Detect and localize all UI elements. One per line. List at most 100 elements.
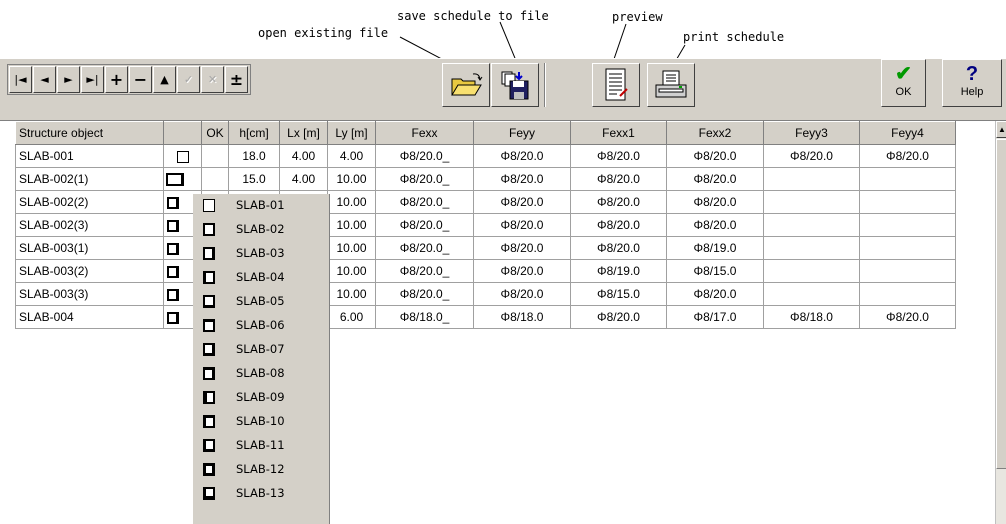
dropdown-item[interactable]: SLAB-08	[193, 362, 330, 386]
cell-structure-object[interactable]: SLAB-002(3)	[15, 213, 164, 237]
refresh-data-button[interactable]: ±	[225, 66, 248, 93]
dropdown-item[interactable]: SLAB-11	[193, 434, 330, 458]
column-header-feyy[interactable]: Feyy	[473, 121, 571, 145]
cell-fexx1[interactable]: Φ8/20.0	[570, 167, 667, 191]
slab-type-dropdown-list[interactable]: SLAB-01 SLAB-02 SLAB-03 SLAB-04 SLAB-05 …	[193, 194, 330, 524]
cell-fexx[interactable]: Φ8/20.0_	[375, 167, 474, 191]
column-header-shape[interactable]	[163, 121, 202, 145]
cell-structure-object[interactable]: SLAB-002(1)	[15, 167, 164, 191]
cell-fexx[interactable]: Φ8/20.0_	[375, 236, 474, 260]
cell-structure-object[interactable]: SLAB-003(2)	[15, 259, 164, 283]
column-header-lx[interactable]: Lx [m]	[279, 121, 328, 145]
cell-fexx2[interactable]: Φ8/19.0	[666, 236, 764, 260]
table-row[interactable]: SLAB-002(2) 0 10.00 Φ8/20.0_ Φ8/20.0 Φ8/…	[15, 190, 956, 214]
insert-record-button[interactable]: +	[105, 66, 128, 93]
column-header-h[interactable]: h[cm]	[228, 121, 280, 145]
cell-feyy4[interactable]	[859, 259, 956, 283]
open-file-button[interactable]	[442, 63, 490, 107]
save-file-button[interactable]	[491, 63, 539, 107]
cell-h[interactable]: 18.0	[228, 144, 280, 168]
cell-fexx[interactable]: Φ8/20.0_	[375, 259, 474, 283]
cell-fexx1[interactable]: Φ8/20.0	[570, 144, 667, 168]
cell-ly[interactable]: 4.00	[327, 144, 376, 168]
cell-fexx1[interactable]: Φ8/15.0	[570, 282, 667, 306]
cell-feyy3[interactable]	[763, 190, 860, 214]
cell-structure-object[interactable]: SLAB-004	[15, 305, 164, 329]
cell-feyy4[interactable]	[859, 236, 956, 260]
cell-feyy[interactable]: Φ8/20.0	[473, 190, 571, 214]
dropdown-item[interactable]: SLAB-05	[193, 290, 330, 314]
column-header-structure-object[interactable]: Structure object	[15, 121, 164, 145]
cell-feyy3[interactable]	[763, 213, 860, 237]
cell-fexx[interactable]: Φ8/18.0_	[375, 305, 474, 329]
cell-fexx1[interactable]: Φ8/20.0	[570, 190, 667, 214]
cell-fexx2[interactable]: Φ8/20.0	[666, 190, 764, 214]
cell-feyy3[interactable]	[763, 167, 860, 191]
cell-feyy[interactable]: Φ8/20.0	[473, 167, 571, 191]
dropdown-item[interactable]: SLAB-02	[193, 218, 330, 242]
cell-feyy[interactable]: Φ8/20.0	[473, 282, 571, 306]
cell-feyy3[interactable]	[763, 282, 860, 306]
dropdown-item[interactable]: SLAB-07	[193, 338, 330, 362]
table-row[interactable]: SLAB-002(1) 15.0 4.00 10.00 Φ8/20.0_ Φ8/…	[15, 167, 956, 191]
table-row[interactable]: SLAB-003(1) 0 10.00 Φ8/20.0_ Φ8/20.0 Φ8/…	[15, 236, 956, 260]
print-button[interactable]	[647, 63, 695, 107]
column-header-fexx2[interactable]: Fexx2	[666, 121, 764, 145]
cell-feyy4[interactable]	[859, 167, 956, 191]
scrollbar-thumb[interactable]	[996, 139, 1006, 469]
dropdown-item[interactable]: SLAB-10	[193, 410, 330, 434]
column-header-fexx[interactable]: Fexx	[375, 121, 474, 145]
cell-feyy4[interactable]	[859, 213, 956, 237]
column-header-feyy3[interactable]: Feyy3	[763, 121, 860, 145]
delete-record-button[interactable]: −	[129, 66, 152, 93]
dropdown-item[interactable]: SLAB-01	[193, 194, 330, 218]
cell-shape[interactable]	[163, 144, 202, 168]
cell-fexx1[interactable]: Φ8/20.0	[570, 236, 667, 260]
cell-h[interactable]: 15.0	[228, 167, 280, 191]
dropdown-item[interactable]: SLAB-13	[193, 482, 330, 506]
post-edit-button[interactable]: ✓	[177, 66, 200, 93]
cell-feyy3[interactable]: Φ8/18.0	[763, 305, 860, 329]
edit-record-button[interactable]: ▲	[153, 66, 176, 93]
cell-fexx2[interactable]: Φ8/17.0	[666, 305, 764, 329]
dropdown-item[interactable]: SLAB-12	[193, 458, 330, 482]
cell-fexx[interactable]: Φ8/20.0_	[375, 144, 474, 168]
column-header-ly[interactable]: Ly [m]	[327, 121, 376, 145]
cell-feyy4[interactable]	[859, 282, 956, 306]
dropdown-item[interactable]: SLAB-03	[193, 242, 330, 266]
cell-ly[interactable]: 10.00	[327, 259, 376, 283]
preview-button[interactable]	[592, 63, 640, 107]
cell-ly[interactable]: 10.00	[327, 190, 376, 214]
cell-feyy4[interactable]	[859, 190, 956, 214]
cell-feyy4[interactable]: Φ8/20.0	[859, 305, 956, 329]
dropdown-item[interactable]: SLAB-09	[193, 386, 330, 410]
cell-ly[interactable]: 10.00	[327, 167, 376, 191]
cell-structure-object[interactable]: SLAB-003(1)	[15, 236, 164, 260]
first-record-button[interactable]: |◄	[9, 66, 32, 93]
dropdown-item[interactable]: SLAB-04	[193, 266, 330, 290]
cancel-edit-button[interactable]: ✕	[201, 66, 224, 93]
column-header-feyy4[interactable]: Feyy4	[859, 121, 956, 145]
cell-ly[interactable]: 6.00	[327, 305, 376, 329]
cell-lx[interactable]: 4.00	[279, 144, 328, 168]
cell-structure-object[interactable]: SLAB-002(2)	[15, 190, 164, 214]
cell-structure-object[interactable]: SLAB-001	[15, 144, 164, 168]
table-row[interactable]: SLAB-003(3) 0 10.00 Φ8/20.0_ Φ8/20.0 Φ8/…	[15, 282, 956, 306]
cell-feyy4[interactable]: Φ8/20.0	[859, 144, 956, 168]
cell-fexx2[interactable]: Φ8/20.0	[666, 167, 764, 191]
cell-feyy[interactable]: Φ8/20.0	[473, 144, 571, 168]
cell-ly[interactable]: 10.00	[327, 213, 376, 237]
cell-fexx1[interactable]: Φ8/20.0	[570, 305, 667, 329]
help-button[interactable]: ? Help	[942, 59, 1002, 107]
cell-fexx2[interactable]: Φ8/20.0	[666, 144, 764, 168]
column-header-ok[interactable]: OK	[201, 121, 229, 145]
ok-button[interactable]: ✔ OK	[881, 59, 926, 107]
dropdown-item[interactable]: SLAB-06	[193, 314, 330, 338]
cell-feyy3[interactable]	[763, 236, 860, 260]
table-row[interactable]: SLAB-001 18.0 4.00 4.00 Φ8/20.0_ Φ8/20.0…	[15, 144, 956, 168]
cell-ok[interactable]	[201, 167, 229, 191]
cell-fexx[interactable]: Φ8/20.0_	[375, 213, 474, 237]
next-record-button[interactable]: ►	[57, 66, 80, 93]
cell-feyy3[interactable]	[763, 259, 860, 283]
cell-fexx2[interactable]: Φ8/20.0	[666, 213, 764, 237]
